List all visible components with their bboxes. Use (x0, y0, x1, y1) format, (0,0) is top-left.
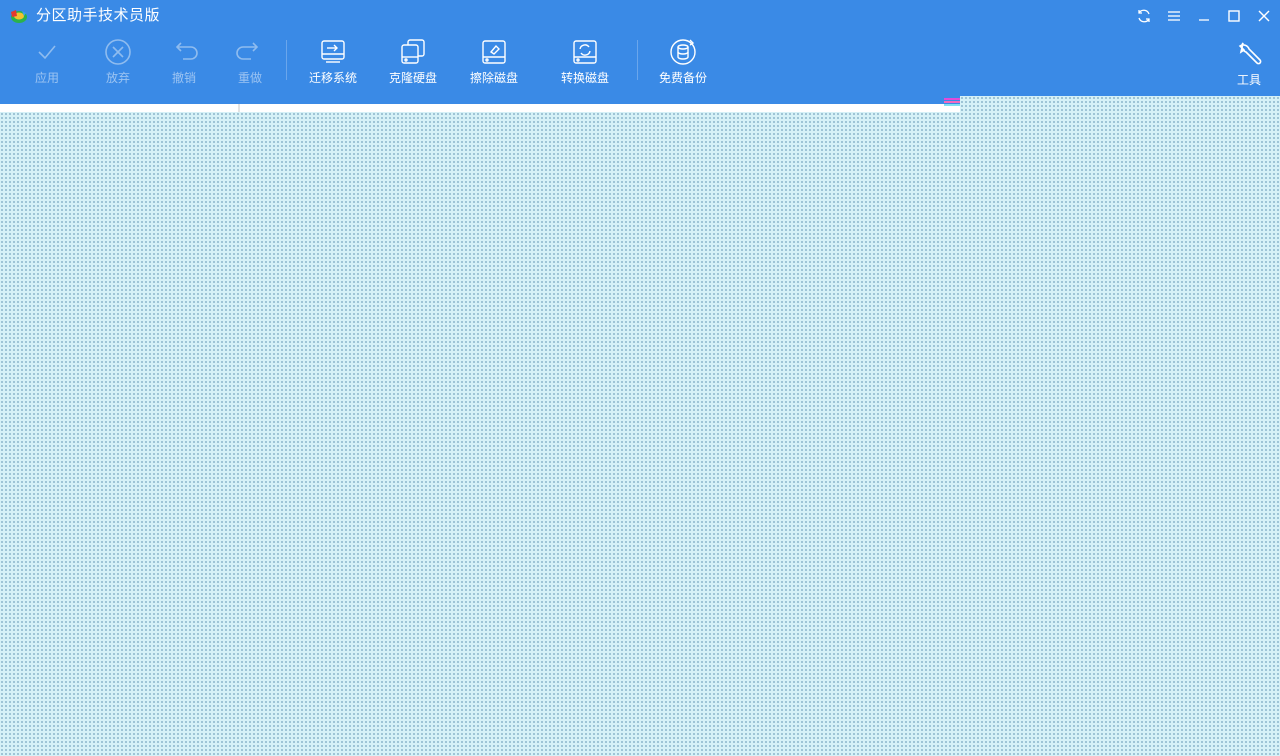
title-bar[interactable]: 分区助手技术员版 (0, 0, 1280, 32)
hamburger-menu-icon (1168, 11, 1180, 21)
app-title: 分区助手技术员版 (36, 6, 161, 24)
toolbar-separator (637, 40, 638, 80)
discard-button[interactable]: 放弃 (101, 36, 135, 86)
menu-button[interactable] (1164, 6, 1184, 26)
redo-button[interactable]: 重做 (233, 36, 267, 86)
free-backup-button[interactable]: 免费备份 (657, 36, 709, 86)
migrate-os-icon (321, 40, 345, 63)
pane-divider[interactable] (238, 104, 240, 112)
apply-button[interactable]: 应用 (30, 36, 64, 86)
migrate-os-button[interactable]: 迁移系统 (307, 36, 359, 86)
refresh-button[interactable] (1134, 6, 1154, 26)
disk-list-header-strip (0, 104, 960, 112)
convert-disk-icon (573, 40, 597, 64)
cancel-circle-icon (105, 39, 131, 65)
toolbar-separator (286, 40, 287, 80)
clone-disk-icon (401, 39, 425, 64)
maximize-icon (1228, 10, 1240, 22)
header-toolbar: 分区助手技术员版 应用 放弃 撤销 重做 迁移系统 克隆硬盘 擦除磁盘 转换磁盘… (0, 0, 1280, 104)
render-artifact (944, 98, 960, 110)
clone-disk-button[interactable]: 克隆硬盘 (387, 36, 439, 86)
convert-disk-button[interactable]: 转换磁盘 (559, 36, 611, 86)
content-area (0, 104, 1280, 756)
close-button[interactable] (1254, 6, 1274, 26)
content-area-edge (960, 96, 1280, 104)
undo-icon (175, 42, 198, 60)
undo-button[interactable]: 撤销 (167, 36, 201, 86)
maximize-button[interactable] (1224, 6, 1244, 26)
backup-database-icon (670, 39, 696, 65)
checkmark-icon (38, 45, 56, 60)
redo-icon (236, 42, 259, 60)
refresh-icon (1138, 9, 1150, 23)
wipe-disk-icon (482, 40, 506, 64)
app-logo-icon (11, 10, 27, 23)
wrench-icon (1238, 42, 1262, 65)
close-icon (1258, 10, 1270, 22)
minimize-icon (1199, 19, 1209, 21)
minimize-button[interactable] (1194, 6, 1214, 26)
tools-button[interactable]: 工具 (1232, 38, 1266, 88)
wipe-disk-button[interactable]: 擦除磁盘 (468, 36, 520, 86)
app-window: 分区助手技术员版 应用 放弃 撤销 重做 迁移系统 克隆硬盘 擦除磁盘 转换磁盘… (0, 0, 1280, 756)
